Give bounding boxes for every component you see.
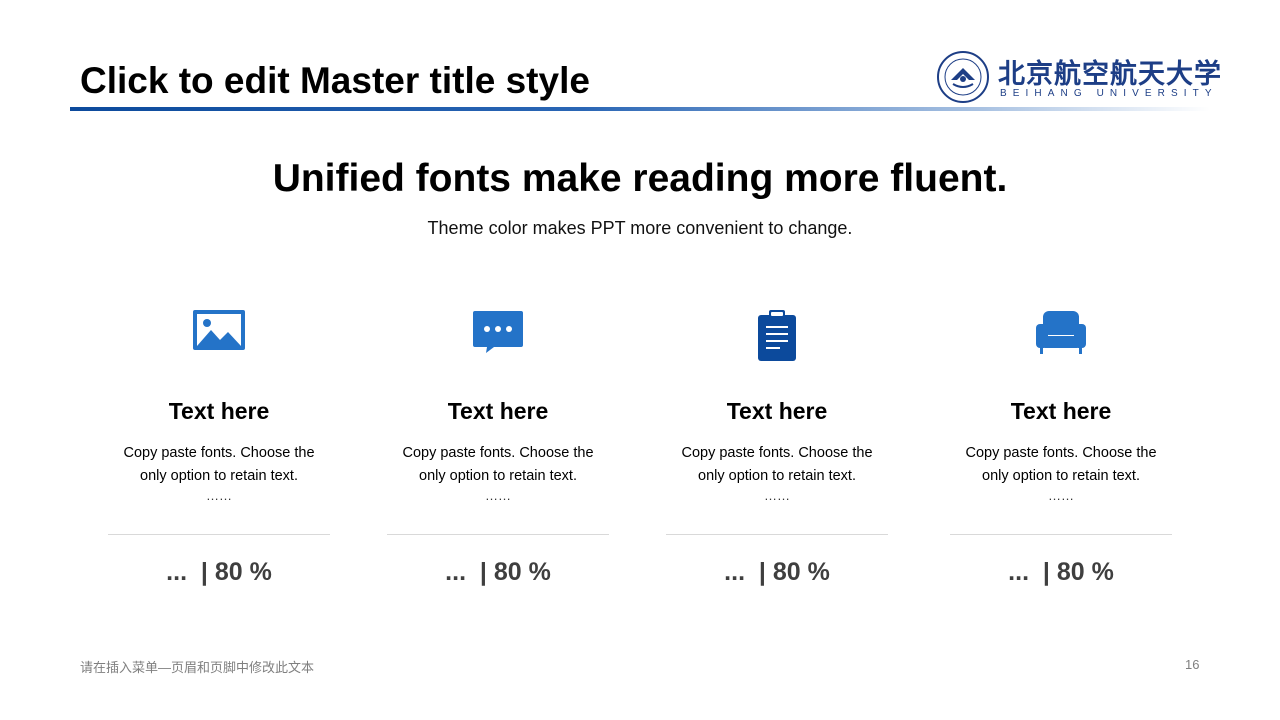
- university-logo: 北京航空航天大学 BEIHANG UNIVERSITY: [936, 50, 1221, 106]
- page-number: 16: [1185, 657, 1200, 672]
- feature-card-1: Text here Copy paste fonts. Choose the o…: [108, 310, 330, 600]
- card-stat[interactable]: ... | 80 %: [666, 558, 888, 587]
- feature-card-3: Text here Copy paste fonts. Choose the o…: [666, 310, 888, 600]
- main-heading[interactable]: Unified fonts make reading more fluent.: [0, 157, 1280, 201]
- card-title[interactable]: Text here: [387, 398, 609, 425]
- card-title[interactable]: Text here: [666, 398, 888, 425]
- main-subheading[interactable]: Theme color makes PPT more convenient to…: [0, 218, 1280, 239]
- card-ellipsis: ……: [206, 488, 232, 503]
- feature-card-2: Text here Copy paste fonts. Choose the o…: [387, 310, 609, 600]
- footer-note[interactable]: 请在插入菜单—页眉和页脚中修改此文本: [80, 657, 314, 676]
- university-seal-icon: [937, 51, 989, 103]
- clipboard-icon: [758, 310, 796, 361]
- logo-english-name: BEIHANG UNIVERSITY: [1000, 88, 1218, 99]
- card-divider: [666, 534, 888, 535]
- sofa-icon: [1036, 311, 1086, 354]
- feature-card-4: Text here Copy paste fonts. Choose the o…: [950, 310, 1172, 600]
- slide-title[interactable]: Click to edit Master title style: [80, 60, 590, 102]
- card-title[interactable]: Text here: [108, 398, 330, 425]
- card-stat[interactable]: ... | 80 %: [387, 558, 609, 587]
- card-stat[interactable]: ... | 80 %: [950, 558, 1172, 587]
- card-stat[interactable]: ... | 80 %: [108, 558, 330, 587]
- image-icon: [193, 310, 245, 350]
- card-description[interactable]: Copy paste fonts. Choose the only option…: [666, 442, 888, 488]
- card-ellipsis: ……: [485, 488, 511, 503]
- card-description[interactable]: Copy paste fonts. Choose the only option…: [108, 442, 330, 488]
- card-divider: [108, 534, 330, 535]
- card-ellipsis: ……: [1048, 488, 1074, 503]
- card-divider: [950, 534, 1172, 535]
- card-title[interactable]: Text here: [950, 398, 1172, 425]
- card-description[interactable]: Copy paste fonts. Choose the only option…: [950, 442, 1172, 488]
- card-divider: [387, 534, 609, 535]
- card-description[interactable]: Copy paste fonts. Choose the only option…: [387, 442, 609, 488]
- chat-bubble-icon: [473, 311, 523, 353]
- title-underline: [70, 107, 1210, 111]
- card-ellipsis: ……: [764, 488, 790, 503]
- logo-chinese-name: 北京航空航天大学: [998, 59, 1222, 90]
